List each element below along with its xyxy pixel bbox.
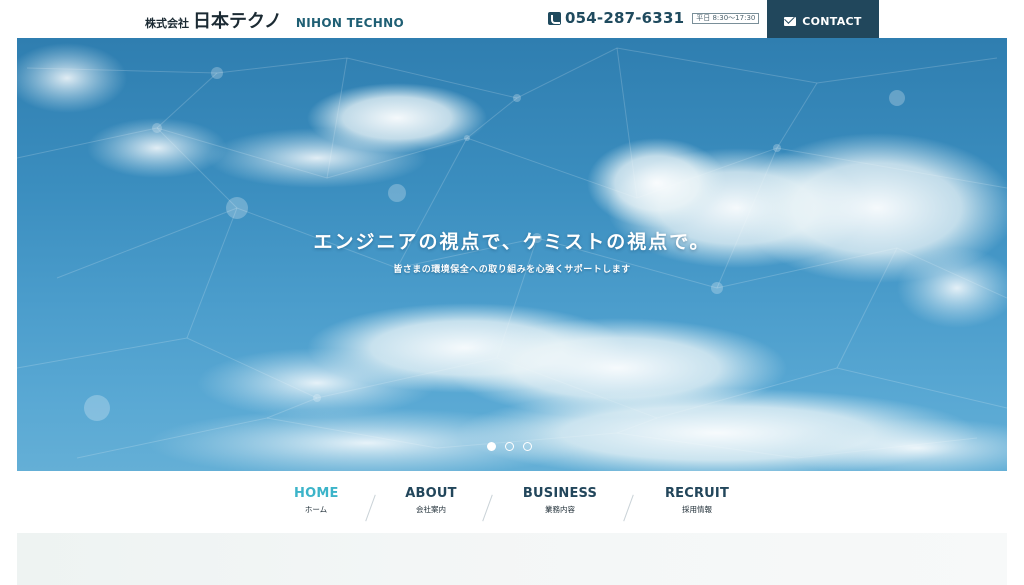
phone-number[interactable]: 054-287-6331	[565, 9, 684, 27]
nav-label: HOME	[294, 486, 339, 501]
main-navigation: HOME ホーム ABOUT 会社案内 BUSINESS 業務内容 RECRUI…	[0, 471, 1024, 533]
nav-sublabel: 業務内容	[545, 505, 575, 514]
nav-item-about[interactable]: ABOUT 会社案内	[403, 486, 459, 515]
nav-item-recruit[interactable]: RECRUIT 採用情報	[662, 486, 732, 515]
nav-label: RECRUIT	[664, 486, 730, 501]
site-header: 株式会社 日本テクノ NIHON TECHNO 054-287-6331 平日 …	[0, 0, 1024, 42]
phone-contact[interactable]: 054-287-6331 平日 8:30〜17:30	[548, 9, 760, 27]
phone-icon	[548, 11, 561, 25]
logo-prefix: 株式会社	[145, 17, 189, 30]
mail-icon	[784, 16, 797, 26]
nav-item-home[interactable]: HOME ホーム	[294, 486, 338, 515]
hero-title: エンジニアの視点で、ケミストの視点で。	[313, 231, 711, 253]
nav-sublabel: ホーム	[304, 505, 328, 514]
nav-divider	[482, 494, 493, 522]
nav-divider	[365, 494, 376, 522]
content-section-start	[17, 533, 1007, 585]
slide-dot-2[interactable]	[505, 442, 514, 451]
slide-dot-3[interactable]	[523, 442, 532, 451]
nav-label: ABOUT	[405, 486, 457, 501]
business-hours-badge: 平日 8:30〜17:30	[692, 12, 760, 24]
nav-divider	[623, 494, 634, 522]
nav-sublabel: 採用情報	[682, 505, 712, 514]
logo-name: 日本テクノ	[193, 11, 282, 32]
nav-label: BUSINESS	[522, 486, 598, 501]
nav-item-business[interactable]: BUSINESS 業務内容	[521, 486, 599, 515]
contact-button[interactable]: CONTACT	[767, 0, 879, 42]
nav-sublabel: 会社案内	[416, 505, 446, 514]
slide-dot-1[interactable]	[487, 442, 496, 451]
hero-slider: エンジニアの視点で、ケミストの視点で。 皆さまの環境保全への取り組みを心強くサポ…	[17, 38, 1007, 471]
sky-clouds-image	[17, 43, 1007, 471]
contact-button-label: CONTACT	[802, 14, 862, 28]
hero-subtitle: 皆さまの環境保全への取り組みを心強くサポートします	[393, 265, 631, 275]
logo-english-name: NIHON TECHNO	[295, 16, 404, 30]
site-logo[interactable]: 株式会社 日本テクノ NIHON TECHNO	[145, 7, 404, 32]
slider-pagination	[487, 442, 532, 451]
